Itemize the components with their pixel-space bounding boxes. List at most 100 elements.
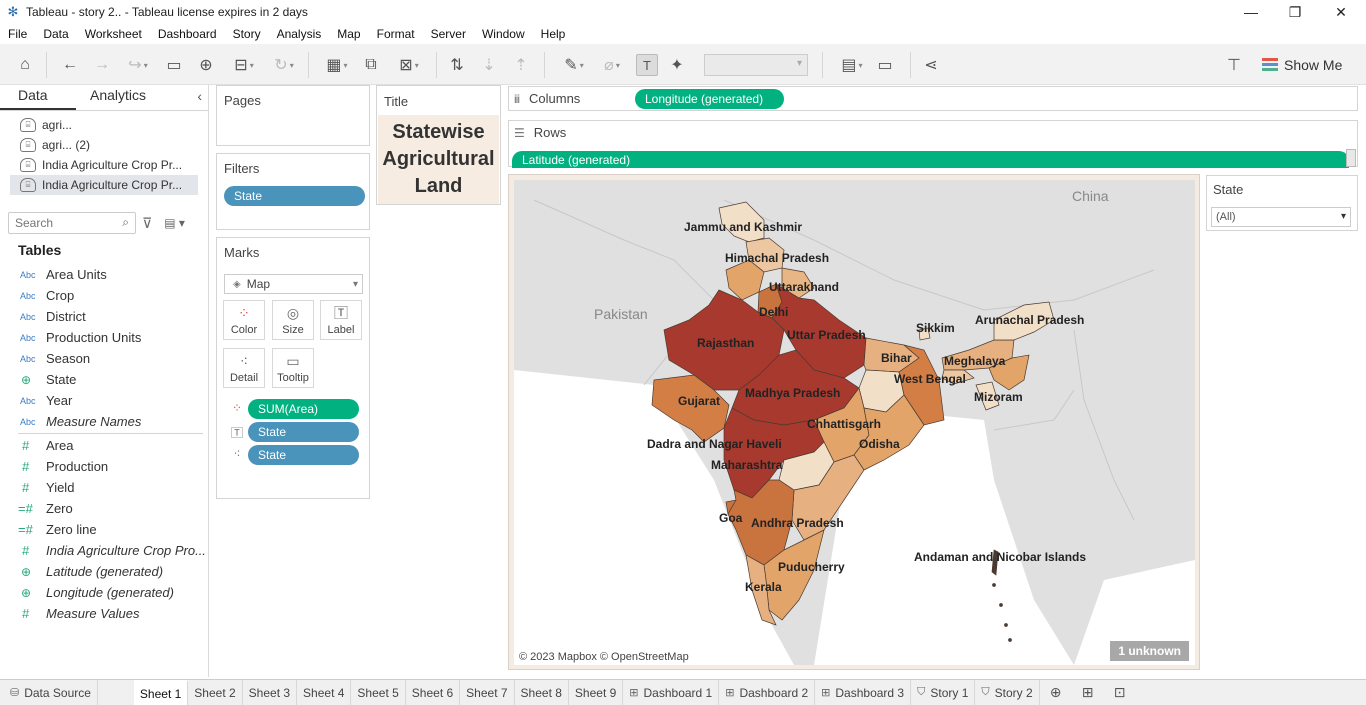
menu-story[interactable]: Story <box>233 27 261 41</box>
field-item[interactable]: Abc District <box>0 306 209 327</box>
color-button[interactable]: ⁘ Color <box>223 300 265 340</box>
label-button[interactable]: 🅃 Label <box>320 300 362 340</box>
pause-updates-icon[interactable]: ⊟ ▾ <box>226 54 262 76</box>
replay-icon[interactable]: ↪ ▾ <box>120 54 156 76</box>
sort-ascending-icon[interactable]: ⇣ <box>478 54 500 76</box>
map-view[interactable]: China Pakistan Jammu and Kashmir Himacha… <box>514 180 1195 665</box>
menu-dashboard[interactable]: Dashboard <box>158 27 217 41</box>
share-icon[interactable]: ⋖ <box>920 54 942 76</box>
field-item[interactable]: # India Agriculture Crop Pro... <box>0 540 209 561</box>
filter-icon[interactable]: ⊽ <box>142 215 152 232</box>
show-cards-icon[interactable]: ▤ ▾ <box>834 54 870 76</box>
data-source-item[interactable]: ⌸ India Agriculture Crop Pr... <box>0 155 208 175</box>
undo-icon[interactable]: ← <box>60 54 80 76</box>
tab-data-source[interactable]: ⛁ Data Source <box>0 680 98 705</box>
format-painter-icon[interactable]: ⊤ <box>1222 54 1246 76</box>
close-icon[interactable]: ✕ <box>1318 0 1364 24</box>
field-item[interactable]: =# Zero line <box>0 519 209 540</box>
data-source-item[interactable]: ⌸ agri... (2) <box>0 135 208 155</box>
field-item[interactable]: ⊕ Longitude (generated) <box>0 582 209 603</box>
map-attribution[interactable]: © 2023 Mapbox © OpenStreetMap <box>519 651 689 663</box>
field-item[interactable]: ⊕ Latitude (generated) <box>0 561 209 582</box>
menu-map[interactable]: Map <box>337 27 360 41</box>
data-source-item-selected[interactable]: ⌸ India Agriculture Crop Pr... <box>10 175 198 195</box>
tab-dashboard-2[interactable]: ⊞ Dashboard 2 <box>719 680 816 705</box>
menu-help[interactable]: Help <box>541 27 566 41</box>
save-icon[interactable]: ▭ <box>164 54 184 76</box>
field-item[interactable]: Abc Production Units <box>0 327 209 348</box>
new-dashboard-tab-icon[interactable]: ⊞ <box>1072 680 1104 705</box>
tab-sheet-5[interactable]: Sheet 5 <box>351 680 406 705</box>
field-item[interactable]: ⊕ State <box>0 369 209 390</box>
tab-sheet-2[interactable]: Sheet 2 <box>188 680 243 705</box>
new-worksheet-icon[interactable]: ▦ ▾ <box>318 54 356 76</box>
search-field[interactable]: ⌕ <box>8 212 136 234</box>
tab-dashboard-3[interactable]: ⊞ Dashboard 3 <box>815 680 912 705</box>
pages-card[interactable]: Pages <box>216 85 370 146</box>
home-icon[interactable]: ⌂ <box>14 54 36 76</box>
field-item[interactable]: Abc Measure Names <box>0 411 209 432</box>
sort-descending-icon[interactable]: ⇡ <box>510 54 532 76</box>
filters-card[interactable]: Filters State <box>216 153 370 230</box>
highlight-icon[interactable]: ✎ ▾ <box>556 54 592 76</box>
menu-data[interactable]: Data <box>43 27 68 41</box>
tab-sheet-7[interactable]: Sheet 7 <box>460 680 515 705</box>
menu-file[interactable]: File <box>8 27 27 41</box>
rows-shelf-scrollbar[interactable] <box>1346 149 1356 167</box>
state-filter-dropdown[interactable]: (All) ▾ <box>1211 207 1351 227</box>
tab-sheet-1[interactable]: Sheet 1 <box>133 680 189 705</box>
tab-analytics[interactable]: Analytics <box>76 87 186 110</box>
field-item[interactable]: Abc Area Units <box>0 264 209 285</box>
detail-field-pill[interactable]: State <box>248 445 359 465</box>
longitude-pill[interactable]: Longitude (generated) <box>635 89 784 109</box>
fit-dropdown[interactable] <box>704 54 808 76</box>
rows-shelf[interactable]: ☰ Rows Latitude (generated) <box>508 120 1358 168</box>
tab-sheet-9[interactable]: Sheet 9 <box>569 680 624 705</box>
menu-worksheet[interactable]: Worksheet <box>85 27 142 41</box>
restore-icon[interactable]: ❐ <box>1272 0 1318 24</box>
tab-dashboard-1[interactable]: ⊞ Dashboard 1 <box>623 680 720 705</box>
search-input[interactable] <box>9 213 109 233</box>
mark-type-dropdown[interactable]: ◈ Map ▾ <box>224 274 363 294</box>
menu-window[interactable]: Window <box>482 27 525 41</box>
field-item[interactable]: # Yield <box>0 477 209 498</box>
field-item[interactable]: Abc Crop <box>0 285 209 306</box>
latitude-pill[interactable]: Latitude (generated) <box>512 151 1349 168</box>
tab-sheet-4[interactable]: Sheet 4 <box>297 680 352 705</box>
tab-story-2[interactable]: ⛉ Story 2 <box>975 680 1040 705</box>
new-story-tab-icon[interactable]: ⊡ <box>1104 680 1136 705</box>
field-item[interactable]: # Measure Values <box>0 603 209 624</box>
swap-icon[interactable]: ⇅ <box>446 54 468 76</box>
redo-icon[interactable]: → <box>92 54 112 76</box>
view-options-icon[interactable]: ▤ ▾ <box>164 216 185 230</box>
field-item[interactable]: Abc Year <box>0 390 209 411</box>
tab-sheet-6[interactable]: Sheet 6 <box>406 680 461 705</box>
detail-button[interactable]: ⁖ Detail <box>223 348 265 388</box>
color-field-pill[interactable]: SUM(Area) <box>248 399 359 419</box>
show-mark-labels-icon[interactable]: T <box>636 54 658 76</box>
filter-pill-state[interactable]: State <box>224 186 365 206</box>
tab-sheet-3[interactable]: Sheet 3 <box>243 680 298 705</box>
tab-story-1[interactable]: ⛉ Story 1 <box>911 680 976 705</box>
menu-format[interactable]: Format <box>377 27 415 41</box>
field-item[interactable]: =# Zero <box>0 498 209 519</box>
field-item[interactable]: # Area <box>0 435 209 456</box>
show-me-button[interactable]: Show Me <box>1262 54 1342 76</box>
collapse-pane-icon[interactable]: ‹ <box>197 88 202 104</box>
menu-server[interactable]: Server <box>431 27 466 41</box>
new-worksheet-tab-icon[interactable]: ⊕ <box>1040 680 1072 705</box>
data-source-item[interactable]: ⌸ agri... <box>0 115 208 135</box>
tooltip-button[interactable]: ▭ Tooltip <box>272 348 314 388</box>
pin-icon[interactable]: ✦ <box>666 54 688 76</box>
tab-sheet-8[interactable]: Sheet 8 <box>515 680 569 705</box>
field-item[interactable]: Abc Season <box>0 348 209 369</box>
clear-sheet-icon[interactable]: ⊠ ▾ <box>390 54 428 76</box>
refresh-icon[interactable]: ↻ ▾ <box>266 54 302 76</box>
size-button[interactable]: ◎ Size <box>272 300 314 340</box>
minimize-icon[interactable]: — <box>1228 0 1274 24</box>
label-field-pill[interactable]: State <box>248 422 359 442</box>
new-data-source-icon[interactable]: ⊕ <box>196 54 216 76</box>
group-members-icon[interactable]: ⌀ ▾ <box>594 54 630 76</box>
columns-shelf[interactable]: iii Columns Longitude (generated) <box>508 86 1358 111</box>
field-item[interactable]: # Production <box>0 456 209 477</box>
